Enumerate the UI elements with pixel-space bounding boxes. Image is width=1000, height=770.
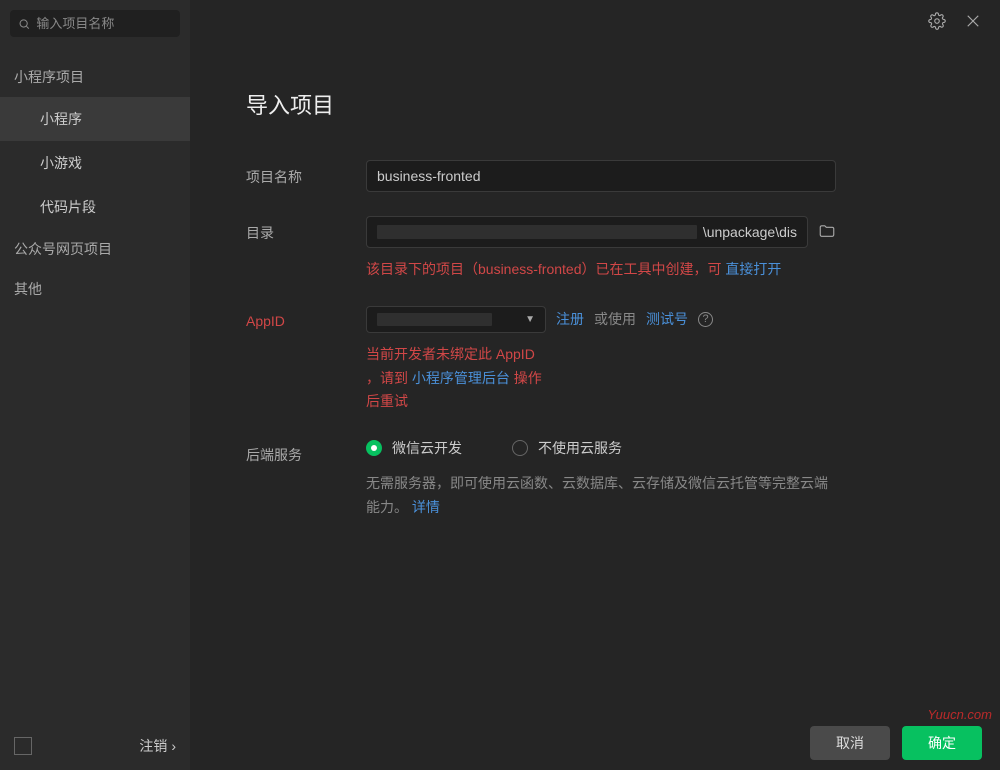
help-icon[interactable]: ? bbox=[698, 312, 713, 327]
main-content: 导入项目 项目名称 目录 \unpackage\dis 该目录下的项目（busi… bbox=[190, 0, 1000, 715]
register-link[interactable]: 注册 bbox=[556, 309, 584, 329]
directory-warning: 该目录下的项目（business-fronted）已在工具中创建，可 bbox=[366, 261, 722, 277]
sidebar: 小程序项目 小程序 小游戏 代码片段 公众号网页项目 其他 注销 › bbox=[0, 0, 190, 770]
nav-item-minigame[interactable]: 小游戏 bbox=[0, 141, 190, 185]
folder-icon[interactable] bbox=[818, 222, 836, 243]
appid-select[interactable]: ▼ bbox=[366, 306, 546, 333]
search-input[interactable] bbox=[10, 10, 180, 37]
nav-item-snippet[interactable]: 代码片段 bbox=[0, 185, 190, 229]
directory-label: 目录 bbox=[246, 216, 366, 243]
cancel-button[interactable]: 取消 bbox=[810, 726, 890, 760]
chevron-right-icon: › bbox=[171, 738, 176, 754]
search-icon bbox=[18, 17, 30, 31]
radio-checked-icon bbox=[366, 440, 382, 456]
logout-button[interactable]: 注销 › bbox=[139, 736, 176, 756]
manage-icon[interactable] bbox=[14, 737, 32, 755]
nav-group-other[interactable]: 其他 bbox=[0, 269, 190, 309]
radio-cloud[interactable]: 微信云开发 bbox=[366, 438, 462, 458]
footer: 取消 确定 bbox=[190, 715, 1000, 770]
radio-no-cloud[interactable]: 不使用云服务 bbox=[512, 438, 622, 458]
project-name-input[interactable] bbox=[366, 160, 836, 192]
appid-label: AppID bbox=[246, 306, 366, 329]
nav-group-miniprogram[interactable]: 小程序项目 bbox=[0, 57, 190, 97]
chevron-down-icon: ▼ bbox=[525, 314, 535, 325]
nav-group-official[interactable]: 公众号网页项目 bbox=[0, 229, 190, 269]
directory-input[interactable]: \unpackage\dis bbox=[366, 216, 808, 248]
radio-unchecked-icon bbox=[512, 440, 528, 456]
admin-console-link[interactable]: 小程序管理后台 bbox=[412, 370, 510, 386]
details-link[interactable]: 详情 bbox=[412, 499, 440, 515]
confirm-button[interactable]: 确定 bbox=[902, 726, 982, 760]
open-directly-link[interactable]: 直接打开 bbox=[725, 261, 781, 277]
page-title: 导入项目 bbox=[246, 88, 944, 120]
test-account-link[interactable]: 测试号 bbox=[646, 309, 688, 329]
backend-label: 后端服务 bbox=[246, 438, 366, 465]
nav-item-miniprogram[interactable]: 小程序 bbox=[0, 97, 190, 141]
watermark: Yuucn.com bbox=[927, 707, 992, 722]
project-name-label: 项目名称 bbox=[246, 160, 366, 187]
